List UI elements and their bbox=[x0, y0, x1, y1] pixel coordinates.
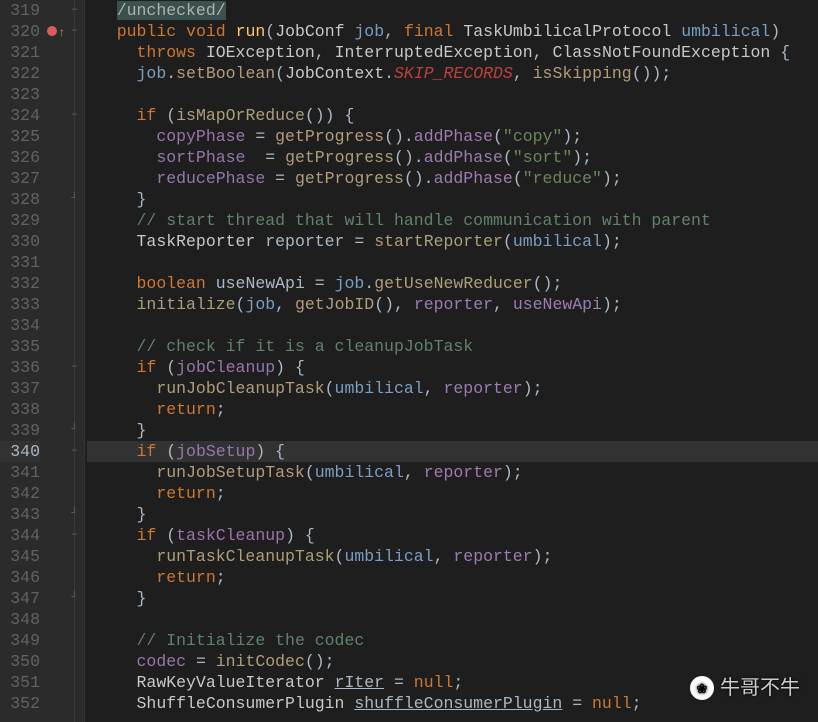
line-number[interactable]: 337 bbox=[0, 378, 40, 399]
line-number[interactable]: 324 bbox=[0, 105, 40, 126]
fold-end-icon[interactable]: ┘ bbox=[69, 509, 80, 520]
line-number[interactable]: 341 bbox=[0, 462, 40, 483]
line-number[interactable]: 347 bbox=[0, 588, 40, 609]
code-line[interactable]: } bbox=[87, 420, 818, 441]
line-number[interactable]: 344 bbox=[0, 525, 40, 546]
line-number-gutter[interactable]: 3193203213223233243253263273283293303313… bbox=[0, 0, 44, 722]
line-number[interactable]: 327 bbox=[0, 168, 40, 189]
line-number[interactable]: 322 bbox=[0, 63, 40, 84]
fold-end-icon[interactable]: ┘ bbox=[69, 593, 80, 604]
line-number[interactable]: 349 bbox=[0, 630, 40, 651]
code-line[interactable]: TaskReporter reporter = startReporter(um… bbox=[87, 231, 818, 252]
code-line[interactable]: boolean useNewApi = job.getUseNewReducer… bbox=[87, 273, 818, 294]
code-line[interactable]: runJobCleanupTask(umbilical, reporter); bbox=[87, 378, 818, 399]
code-line[interactable]: } bbox=[87, 588, 818, 609]
line-number[interactable]: 351 bbox=[0, 672, 40, 693]
code-line[interactable] bbox=[87, 315, 818, 336]
line-number[interactable]: 342 bbox=[0, 483, 40, 504]
line-number[interactable]: 336 bbox=[0, 357, 40, 378]
line-number[interactable]: 330 bbox=[0, 231, 40, 252]
line-number[interactable]: 333 bbox=[0, 294, 40, 315]
code-line[interactable]: // Initialize the codec bbox=[87, 630, 818, 651]
code-area[interactable]: /unchecked/ public void run(JobConf job,… bbox=[84, 0, 818, 722]
line-number[interactable]: 331 bbox=[0, 252, 40, 273]
watermark-text: 牛哥不牛 bbox=[720, 678, 800, 699]
code-line[interactable] bbox=[87, 252, 818, 273]
line-number[interactable]: 321 bbox=[0, 42, 40, 63]
code-line[interactable]: // check if it is a cleanupJobTask bbox=[87, 336, 818, 357]
code-line[interactable]: runJobSetupTask(umbilical, reporter); bbox=[87, 462, 818, 483]
line-number[interactable]: 346 bbox=[0, 567, 40, 588]
fold-minus-icon[interactable]: – bbox=[69, 530, 80, 541]
line-number[interactable]: 328 bbox=[0, 189, 40, 210]
code-line[interactable]: if (taskCleanup) { bbox=[87, 525, 818, 546]
code-line[interactable]: sortPhase = getProgress().addPhase("sort… bbox=[87, 147, 818, 168]
code-line[interactable]: /unchecked/ bbox=[87, 0, 818, 21]
line-number[interactable]: 329 bbox=[0, 210, 40, 231]
line-number[interactable]: 339 bbox=[0, 420, 40, 441]
code-editor[interactable]: 3193203213223233243253263273283293303313… bbox=[0, 0, 818, 722]
breakpoint-icon[interactable] bbox=[47, 26, 57, 36]
code-line[interactable]: if (jobCleanup) { bbox=[87, 357, 818, 378]
fold-minus-icon[interactable]: – bbox=[69, 110, 80, 121]
code-line[interactable] bbox=[87, 609, 818, 630]
fold-minus-icon[interactable]: – bbox=[69, 26, 80, 37]
code-line[interactable]: if (isMapOrReduce()) { bbox=[87, 105, 818, 126]
code-line[interactable]: public void run(JobConf job, final TaskU… bbox=[87, 21, 818, 42]
line-number[interactable]: 352 bbox=[0, 693, 40, 714]
code-line[interactable]: return; bbox=[87, 483, 818, 504]
line-number[interactable]: 338 bbox=[0, 399, 40, 420]
code-line[interactable]: initialize(job, getJobID(), reporter, us… bbox=[87, 294, 818, 315]
fold-end-icon[interactable]: ┘ bbox=[69, 194, 80, 205]
code-line[interactable]: // start thread that will handle communi… bbox=[87, 210, 818, 231]
line-number[interactable]: 325 bbox=[0, 126, 40, 147]
line-number[interactable]: 340 bbox=[0, 441, 40, 462]
line-number[interactable]: 323 bbox=[0, 84, 40, 105]
fold-minus-icon[interactable]: – bbox=[69, 5, 80, 16]
code-line[interactable]: reducePhase = getProgress().addPhase("re… bbox=[87, 168, 818, 189]
line-number[interactable]: 319 bbox=[0, 0, 40, 21]
code-line[interactable]: } bbox=[87, 504, 818, 525]
code-line[interactable]: runTaskCleanupTask(umbilical, reporter); bbox=[87, 546, 818, 567]
line-number[interactable]: 320 bbox=[0, 21, 40, 42]
line-number[interactable]: 326 bbox=[0, 147, 40, 168]
fold-minus-icon[interactable]: – bbox=[69, 446, 80, 457]
watermark: ❀ 牛哥不牛 bbox=[690, 676, 800, 700]
code-line[interactable]: codec = initCodec(); bbox=[87, 651, 818, 672]
line-number[interactable]: 348 bbox=[0, 609, 40, 630]
wechat-icon: ❀ bbox=[690, 676, 714, 700]
code-line[interactable]: if (jobSetup) { bbox=[87, 441, 818, 462]
marker-column[interactable]: ↑ bbox=[44, 0, 66, 722]
fold-column[interactable]: – – – ┘ – ┘ – ┘ – ┘ bbox=[66, 0, 84, 722]
line-number[interactable]: 335 bbox=[0, 336, 40, 357]
code-line[interactable]: return; bbox=[87, 567, 818, 588]
arrow-up-icon: ↑ bbox=[58, 23, 65, 44]
fold-end-icon[interactable]: ┘ bbox=[69, 425, 80, 436]
code-line[interactable] bbox=[87, 84, 818, 105]
code-line[interactable]: copyPhase = getProgress().addPhase("copy… bbox=[87, 126, 818, 147]
line-number[interactable]: 343 bbox=[0, 504, 40, 525]
line-number[interactable]: 345 bbox=[0, 546, 40, 567]
code-line[interactable]: throws IOException, InterruptedException… bbox=[87, 42, 818, 63]
fold-minus-icon[interactable]: – bbox=[69, 362, 80, 373]
code-line[interactable]: } bbox=[87, 189, 818, 210]
code-line[interactable]: job.setBoolean(JobContext.SKIP_RECORDS, … bbox=[87, 63, 818, 84]
line-number[interactable]: 332 bbox=[0, 273, 40, 294]
annotation-unchecked: /unchecked/ bbox=[117, 1, 226, 20]
line-number[interactable]: 350 bbox=[0, 651, 40, 672]
code-line[interactable]: return; bbox=[87, 399, 818, 420]
line-number[interactable]: 334 bbox=[0, 315, 40, 336]
